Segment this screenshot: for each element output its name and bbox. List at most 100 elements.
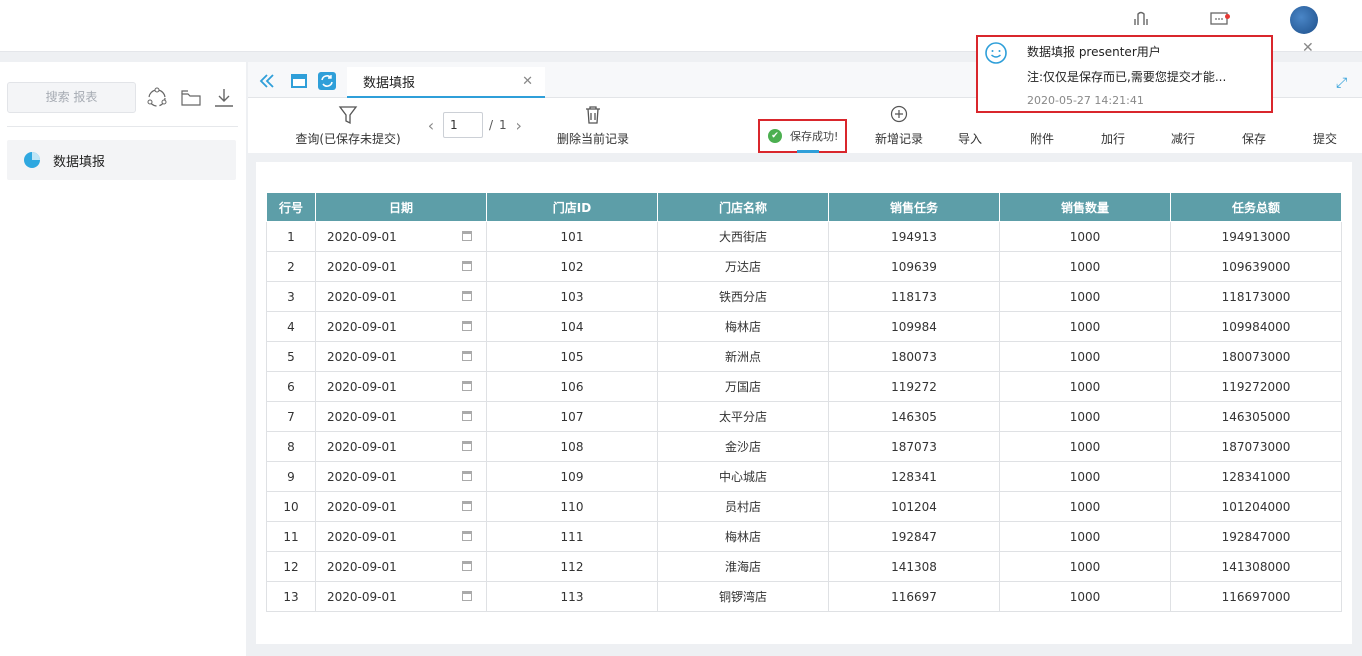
date-cell[interactable]: 2020-09-01 (315, 371, 487, 402)
table-cell[interactable]: 194913 (828, 221, 1000, 252)
table-cell[interactable]: 1000 (999, 551, 1171, 582)
date-cell[interactable]: 2020-09-01 (315, 461, 487, 492)
calendar-icon[interactable] (462, 501, 472, 511)
table-cell[interactable]: 105 (486, 341, 658, 372)
table-cell[interactable]: 新洲点 (657, 341, 829, 372)
table-cell[interactable]: 180073000 (1170, 341, 1342, 372)
table-cell[interactable]: 110 (486, 491, 658, 522)
table-cell[interactable]: 104 (486, 311, 658, 342)
date-cell[interactable]: 2020-09-01 (315, 521, 487, 552)
table-cell[interactable]: 109984000 (1170, 311, 1342, 342)
table-cell[interactable]: 107 (486, 401, 658, 432)
table-cell[interactable]: 铜锣湾店 (657, 581, 829, 612)
calendar-icon[interactable] (462, 471, 472, 481)
table-cell[interactable]: 109984 (828, 311, 1000, 342)
table-cell[interactable]: 员村店 (657, 491, 829, 522)
table-cell[interactable]: 大西街店 (657, 221, 829, 252)
table-cell[interactable]: 187073000 (1170, 431, 1342, 462)
table-cell[interactable]: 103 (486, 281, 658, 312)
date-cell[interactable]: 2020-09-01 (315, 221, 487, 252)
date-cell[interactable]: 2020-09-01 (315, 551, 487, 582)
delete-record-button[interactable]: 删除当前记录 (553, 98, 633, 153)
table-cell[interactable]: 102 (486, 251, 658, 282)
sync-icon[interactable] (317, 71, 337, 91)
download-icon[interactable] (212, 86, 236, 110)
user-avatar[interactable] (1290, 6, 1318, 34)
calendar-icon[interactable] (462, 321, 472, 331)
table-cell[interactable]: 146305 (828, 401, 1000, 432)
table-cell[interactable]: 1000 (999, 401, 1171, 432)
table-cell[interactable]: 119272000 (1170, 371, 1342, 402)
table-cell[interactable]: 中心城店 (657, 461, 829, 492)
table-cell[interactable]: 1000 (999, 491, 1171, 522)
next-page-icon[interactable]: › (513, 116, 525, 135)
table-cell[interactable]: 128341 (828, 461, 1000, 492)
table-cell[interactable]: 万国店 (657, 371, 829, 402)
refresh-icon[interactable] (145, 86, 169, 110)
date-cell[interactable]: 2020-09-01 (315, 251, 487, 282)
table-cell[interactable]: 梅林店 (657, 521, 829, 552)
table-cell[interactable]: 116697000 (1170, 581, 1342, 612)
date-cell[interactable]: 2020-09-01 (315, 311, 487, 342)
fullscreen-icon[interactable]: ⤢ (1336, 75, 1347, 91)
table-cell[interactable]: 金沙店 (657, 431, 829, 462)
table-cell[interactable]: 113 (486, 581, 658, 612)
date-cell[interactable]: 2020-09-01 (315, 401, 487, 432)
table-cell[interactable]: 101 (486, 221, 658, 252)
calendar-icon[interactable] (462, 231, 472, 241)
table-cell[interactable]: 109 (486, 461, 658, 492)
calendar-icon[interactable] (462, 591, 472, 601)
sidebar-item-data-entry[interactable]: 数据填报 (7, 140, 236, 180)
table-cell[interactable]: 180073 (828, 341, 1000, 372)
prev-page-icon[interactable]: ‹ (425, 116, 437, 135)
table-cell[interactable]: 1000 (999, 221, 1171, 252)
table-cell[interactable]: 192847 (828, 521, 1000, 552)
calendar-icon[interactable] (462, 351, 472, 361)
table-cell[interactable]: 118173 (828, 281, 1000, 312)
table-cell[interactable]: 1000 (999, 341, 1171, 372)
calendar-icon[interactable] (462, 381, 472, 391)
table-cell[interactable]: 铁西分店 (657, 281, 829, 312)
calendar-icon[interactable] (462, 291, 472, 301)
calendar-icon[interactable] (462, 531, 472, 541)
date-cell[interactable]: 2020-09-01 (315, 341, 487, 372)
calendar-icon[interactable] (462, 561, 472, 571)
table-cell[interactable]: 101204 (828, 491, 1000, 522)
add-record-button[interactable]: 新增记录 (868, 98, 930, 153)
table-cell[interactable]: 万达店 (657, 251, 829, 282)
table-cell[interactable]: 111 (486, 521, 658, 552)
close-icon[interactable]: ✕ (1302, 40, 1314, 56)
notification-body[interactable]: 注:仅仅是保存而已,需要您提交才能... (1027, 68, 1226, 85)
table-cell[interactable]: 187073 (828, 431, 1000, 462)
table-cell[interactable]: 141308000 (1170, 551, 1342, 582)
search-report-button[interactable]: 搜索 报表 (7, 82, 136, 113)
table-cell[interactable]: 淮海店 (657, 551, 829, 582)
submit-button[interactable]: 提交 (1303, 98, 1347, 153)
date-cell[interactable]: 2020-09-01 (315, 431, 487, 462)
message-icon[interactable] (1208, 10, 1230, 32)
table-cell[interactable]: 194913000 (1170, 221, 1342, 252)
signal-icon[interactable] (1130, 10, 1152, 32)
calendar-icon[interactable] (462, 411, 472, 421)
table-cell[interactable]: 192847000 (1170, 521, 1342, 552)
table-cell[interactable]: 108 (486, 431, 658, 462)
table-cell[interactable]: 太平分店 (657, 401, 829, 432)
table-cell[interactable]: 1000 (999, 461, 1171, 492)
date-cell[interactable]: 2020-09-01 (315, 281, 487, 312)
calendar-icon[interactable] (462, 441, 472, 451)
page-input[interactable]: 1 (443, 112, 483, 138)
query-button[interactable]: 查询(已保存未提交) (293, 98, 403, 153)
table-cell[interactable]: 116697 (828, 581, 1000, 612)
table-cell[interactable]: 1000 (999, 251, 1171, 282)
table-cell[interactable]: 1000 (999, 371, 1171, 402)
table-cell[interactable]: 146305000 (1170, 401, 1342, 432)
table-cell[interactable]: 1000 (999, 431, 1171, 462)
table-cell[interactable]: 1000 (999, 521, 1171, 552)
tab-data-entry[interactable]: 数据填报 ✕ (347, 67, 545, 98)
window-icon[interactable] (289, 71, 309, 91)
table-cell[interactable]: 128341000 (1170, 461, 1342, 492)
calendar-icon[interactable] (462, 261, 472, 271)
table-cell[interactable]: 106 (486, 371, 658, 402)
close-icon[interactable]: ✕ (522, 74, 533, 89)
table-cell[interactable]: 119272 (828, 371, 1000, 402)
